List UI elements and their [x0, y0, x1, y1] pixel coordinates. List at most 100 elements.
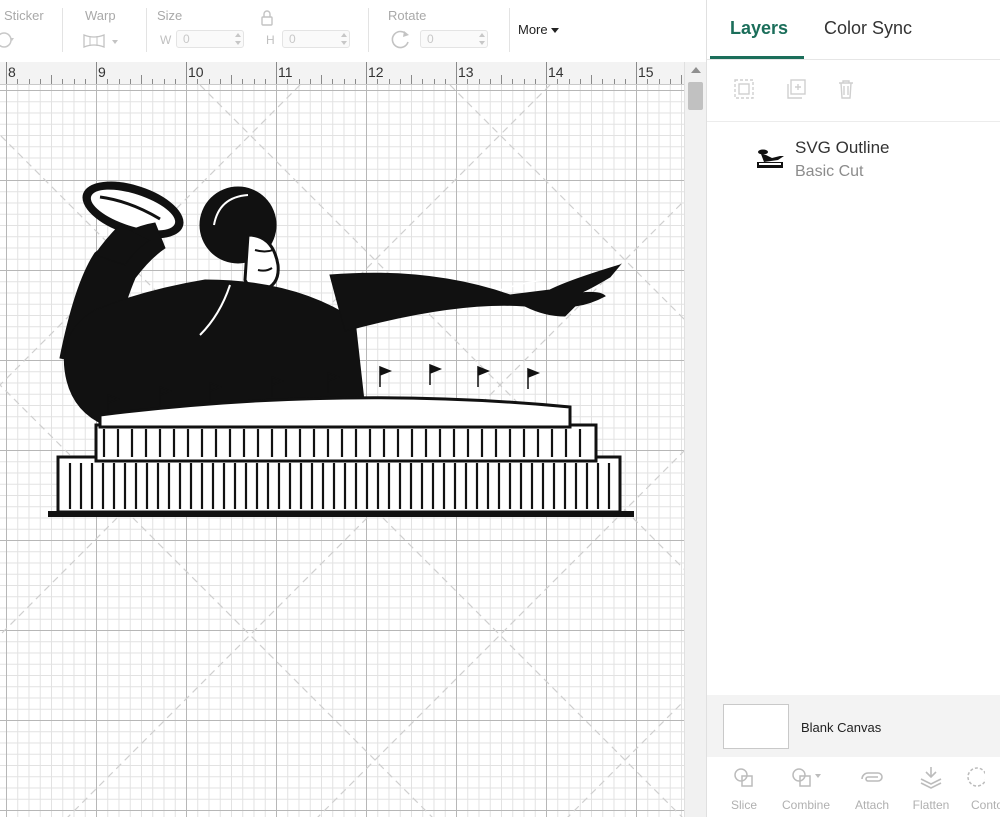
toolbar-divider [62, 8, 63, 52]
toolbar-divider [368, 8, 369, 52]
duplicate-icon[interactable] [785, 78, 807, 100]
height-stepper[interactable] [338, 30, 350, 48]
ruler-tick [231, 75, 232, 84]
ruler-tick [51, 75, 52, 84]
slice-icon [734, 768, 753, 787]
edit-toolbar: Sticker Warp Size W 0 H 0 Rotate 0 More [0, 0, 706, 63]
blank-canvas-row[interactable]: Blank Canvas [707, 695, 1000, 757]
bottom-toolbar: Slice Combine Attach Flatten Conto [707, 757, 1000, 817]
ruler-tick [546, 62, 547, 84]
chevron-down-icon [550, 28, 559, 34]
combine-button[interactable]: Combine [776, 765, 836, 812]
ruler-tick [422, 79, 424, 84]
ruler-tick [523, 79, 525, 84]
ruler-tick [467, 79, 469, 84]
scroll-up-arrow-icon[interactable] [691, 67, 701, 73]
tab-divider [707, 59, 1000, 60]
width-prefix: W [160, 33, 172, 47]
ruler-tick [141, 75, 142, 84]
delete-icon[interactable] [835, 78, 857, 100]
ruler-tick [62, 79, 64, 84]
rotate-stepper[interactable] [476, 30, 488, 48]
layer-operation[interactable]: Basic Cut [795, 163, 863, 181]
combine-icon [792, 768, 821, 787]
ruler-tick [219, 79, 221, 84]
ruler-tick [501, 75, 502, 84]
ruler-number: 10 [188, 64, 204, 80]
ruler-tick [534, 79, 536, 84]
ruler-number: 9 [98, 64, 106, 80]
slice-label: Slice [730, 798, 757, 812]
tab-layers[interactable]: Layers [730, 18, 788, 39]
ruler-tick [613, 79, 615, 84]
ruler-tick [377, 79, 379, 84]
ruler-tick [197, 79, 199, 84]
flatten-button[interactable]: Flatten [901, 765, 961, 812]
ruler-tick [298, 79, 300, 84]
combine-label: Combine [781, 798, 831, 812]
layer-item[interactable]: SVG Outline Basic Cut [707, 130, 1000, 190]
ruler-tick [411, 75, 412, 84]
attach-button[interactable]: Attach [842, 765, 902, 812]
sticker-group[interactable]: Sticker [0, 0, 62, 62]
ruler-tick [366, 62, 367, 84]
ruler-tick [73, 79, 75, 84]
ruler-tick [354, 79, 356, 84]
blank-canvas-label: Blank Canvas [801, 720, 882, 735]
ruler-tick [152, 79, 154, 84]
group-icon[interactable] [733, 78, 755, 100]
ruler-tick [332, 79, 334, 84]
attach-label: Attach [854, 798, 890, 812]
ruler-tick [96, 62, 97, 84]
rotate-label: Rotate [388, 8, 427, 23]
ruler-tick [557, 79, 559, 84]
scroll-thumb[interactable] [688, 82, 703, 110]
ruler-tick [658, 79, 660, 84]
toolbar-divider [509, 8, 510, 52]
ruler-tick [343, 79, 345, 84]
ruler-tick [681, 75, 682, 84]
vertical-scrollbar[interactable] [684, 62, 707, 817]
rotate-icon[interactable] [390, 28, 412, 50]
ruler-tick [489, 79, 491, 84]
warp-label: Warp [85, 8, 116, 23]
ruler-tick [602, 79, 604, 84]
warp-group[interactable]: Warp [72, 0, 142, 62]
ruler-number: 15 [638, 64, 654, 80]
layer-thumbnail-icon [757, 149, 784, 168]
size-label: Size [157, 8, 183, 23]
ruler-tick [118, 79, 120, 84]
size-group: Size W 0 H 0 [150, 0, 360, 62]
ruler-tick [388, 79, 390, 84]
width-stepper[interactable] [232, 30, 244, 48]
slice-button[interactable]: Slice [714, 765, 774, 812]
rotate-group: Rotate 0 [380, 0, 500, 62]
ruler-tick [163, 79, 165, 84]
ruler-tick [444, 79, 446, 84]
tab-color-sync[interactable]: Color Sync [824, 18, 912, 39]
ruler-tick [512, 79, 514, 84]
ruler-tick [84, 79, 86, 84]
ruler-number: 8 [8, 64, 16, 80]
ruler-tick [253, 79, 255, 84]
sticker-icon[interactable] [0, 30, 24, 50]
more-menu-button[interactable]: More [518, 22, 559, 37]
ruler-tick [264, 79, 266, 84]
ruler-tick [568, 79, 570, 84]
blank-canvas-swatch[interactable] [723, 704, 789, 749]
attach-icon [861, 772, 883, 782]
stadium-flag [429, 363, 443, 385]
warp-icon[interactable] [82, 32, 122, 50]
ruler-tick [591, 75, 592, 84]
ruler-tick [309, 79, 311, 84]
contour-label: Contour [971, 798, 1000, 812]
contour-button[interactable]: Contour [961, 765, 1000, 812]
ruler-tick [174, 79, 176, 84]
design-canvas[interactable] [0, 85, 684, 817]
ruler-number: 11 [278, 64, 293, 80]
ruler-tick [669, 79, 671, 84]
quarterback-stadium-artwork[interactable] [0, 85, 684, 817]
stadium-flag [527, 367, 541, 389]
ruler-tick [107, 79, 109, 84]
lock-icon[interactable] [260, 10, 274, 26]
